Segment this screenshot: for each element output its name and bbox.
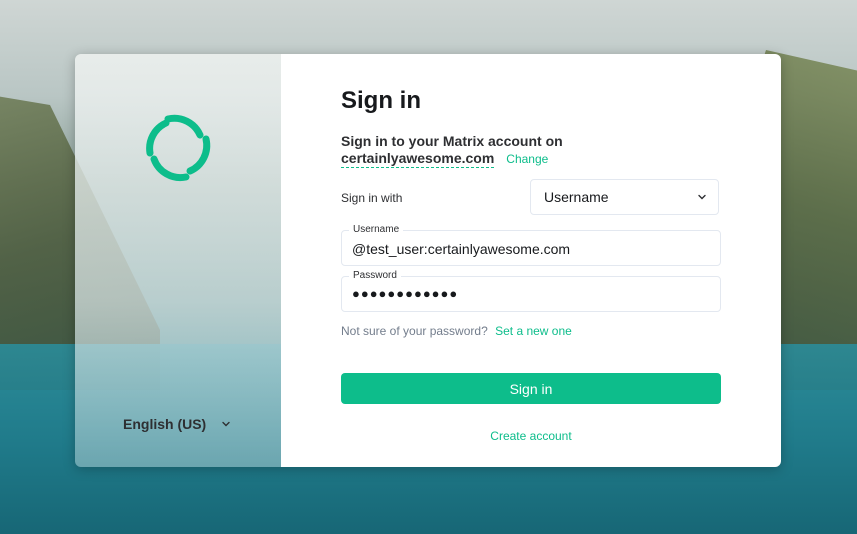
auth-card: English (US) Sign in Sign in to your Mat… bbox=[75, 54, 781, 467]
create-account-link[interactable]: Create account bbox=[341, 429, 721, 443]
forgot-password-line: Not sure of your password? Set a new one bbox=[341, 324, 572, 338]
username-label: Username bbox=[349, 224, 404, 235]
page-title: Sign in bbox=[341, 87, 421, 114]
sign-in-method-value: Username bbox=[544, 189, 609, 205]
server-prompt: Sign in to your Matrix account on bbox=[341, 133, 563, 149]
server-line: certainlyawesome.com Change bbox=[341, 150, 548, 168]
language-selector[interactable]: English (US) bbox=[123, 416, 232, 432]
username-field[interactable]: Username @test_user:certainlyawesome.com bbox=[341, 224, 721, 266]
sign-in-method-select[interactable]: Username bbox=[530, 179, 719, 215]
chevron-down-icon bbox=[222, 421, 230, 427]
reset-password-link[interactable]: Set a new one bbox=[495, 324, 572, 338]
username-value: @test_user:certainlyawesome.com bbox=[352, 241, 571, 257]
language-label: English (US) bbox=[123, 416, 207, 432]
auth-form-panel: Sign in Sign in to your Matrix account o… bbox=[281, 54, 781, 467]
password-label: Password bbox=[349, 270, 401, 281]
password-value: ●●●●●●●●●●●● bbox=[352, 286, 459, 301]
change-server-link[interactable]: Change bbox=[506, 152, 548, 166]
auth-side-panel: English (US) bbox=[75, 54, 281, 467]
chevron-down-icon bbox=[698, 194, 706, 200]
password-field[interactable]: Password ●●●●●●●●●●●● bbox=[341, 270, 721, 312]
sign-in-with-label: Sign in with bbox=[341, 191, 403, 205]
element-logo bbox=[146, 114, 211, 182]
sign-in-button[interactable]: Sign in bbox=[341, 373, 721, 404]
forgot-password-text: Not sure of your password? bbox=[341, 324, 488, 338]
server-name[interactable]: certainlyawesome.com bbox=[341, 150, 495, 168]
